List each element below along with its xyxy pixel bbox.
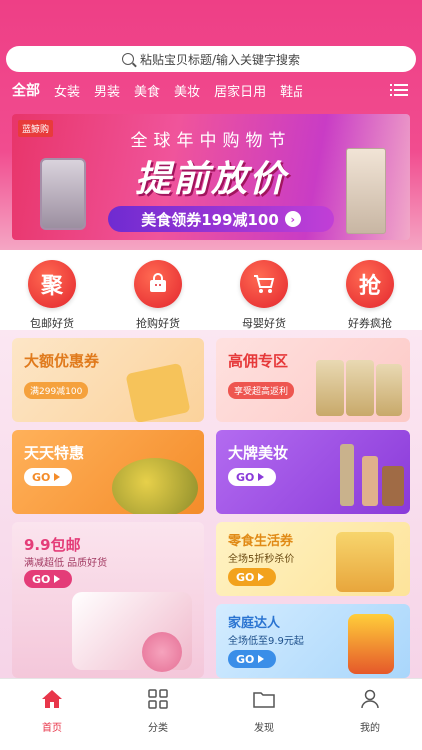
tab-beauty[interactable]: 美妆 [174,81,200,100]
tab-food[interactable]: 美食 [134,81,160,100]
cart-icon [240,260,288,308]
card-brand-beauty[interactable]: 大牌美妆 GO [216,430,410,514]
go-button[interactable]: GO [24,468,72,486]
cereal-image [336,532,394,592]
go-button[interactable]: GO [24,570,72,588]
card-title: 天天特惠 [24,444,85,462]
banner-headline: 全球年中购物节 [130,131,292,151]
menu-icon[interactable] [390,84,408,96]
tab-profile-nav[interactable]: 我的 [340,689,400,734]
tab-home-nav[interactable]: 首页 [22,689,82,734]
search-icon [121,53,134,65]
banner-coupon-button[interactable]: 美食领券199减100 › [108,206,334,232]
category-label: 母婴好货 [242,317,286,330]
durian-image [112,458,198,514]
card-title: 大额优惠券 [24,352,100,370]
folder-icon [253,692,275,708]
card-daily-deals[interactable]: 天天特惠 GO [12,430,204,514]
grid-icon [148,689,168,709]
cosmetic-bottle-image [340,444,354,506]
milk-can-image [316,360,344,416]
card-title: 大牌美妆 [228,444,289,462]
tab-all[interactable]: 全部 [12,80,40,100]
bag-icon [134,260,182,308]
detergent-image [348,614,394,674]
tab-category-nav[interactable]: 分类 [128,689,188,734]
palette-image [382,466,404,506]
tab-shoes[interactable]: 鞋品 [280,81,302,100]
go-button[interactable]: GO [228,468,276,486]
banner-coupon-text: 美食领券199减100 [141,210,279,229]
arrow-right-icon: › [284,211,301,227]
category-coupon-rush[interactable]: 抢 好券疯抢 [330,260,410,331]
tab-label: 分类 [148,723,168,734]
card-tag: 满299减100 [24,382,89,399]
card-title: 9.9包邮 [24,536,81,554]
promo-banner[interactable]: 蓝鲸购 全球年中购物节 提前放价 美食领券199减100 › [12,114,410,240]
card-title: 家庭达人 [228,616,281,631]
card-tag: 享受超高返利 [228,382,295,399]
bottom-tabbar: 首页 分类 发现 我的 [0,678,422,750]
milk-can-image [376,364,402,416]
card-title: 高佣专区 [228,352,289,370]
card-subtitle: 满减超低 品质好货 [24,558,108,569]
category-shortcuts: 聚 包邮好货 抢购好货 母婴好货 抢 好券疯抢 [0,250,422,330]
milk-can-image [346,360,374,416]
category-baby[interactable]: 母婴好货 [224,260,304,331]
tab-men[interactable]: 男装 [94,81,120,100]
category-flash-buy[interactable]: 抢购好货 [118,260,198,331]
card-subtitle: 全场低至9.9元起 [228,636,304,647]
tab-discover-nav[interactable]: 发现 [234,689,294,734]
card-high-commission[interactable]: 高佣专区 享受超高返利 [216,338,410,422]
promo-grid: 大额优惠券 满299减100 高佣专区 享受超高返利 天天特惠 GO 大牌美妆 … [0,330,422,678]
search-bar[interactable]: 粘贴宝贝标题/输入关键字搜索 [6,46,416,72]
home-icon [42,690,62,708]
go-button[interactable]: GO [228,650,276,668]
tab-label: 我的 [360,723,380,734]
tab-women[interactable]: 女装 [54,81,80,100]
card-title: 零食生活券 [228,534,294,549]
coupon-image [125,362,191,422]
card-nine-nine[interactable]: 9.9包邮 满减超低 品质好货 GO [12,522,204,678]
card-home-expert[interactable]: 家庭达人 全场低至9.9元起 GO [216,604,410,678]
cosmetic-bottle-image [362,456,378,506]
category-label: 好券疯抢 [348,317,392,330]
tab-label: 首页 [42,723,62,734]
category-label: 包邮好货 [30,317,74,330]
qiang-icon: 抢 [346,260,394,308]
category-free-shipping[interactable]: 聚 包邮好货 [12,260,92,331]
card-big-coupon[interactable]: 大额优惠券 满299减100 [12,338,204,422]
go-button[interactable]: GO [228,568,276,586]
header: 粘贴宝贝标题/输入关键字搜索 全部 女装 男装 美食 美妆 居家日用 鞋品 蓝鲸… [0,0,422,250]
card-subtitle: 全场5折秒杀价 [228,554,295,565]
tab-home[interactable]: 居家日用 [214,81,266,100]
search-placeholder: 粘贴宝贝标题/输入关键字搜索 [139,52,301,67]
category-tabs: 全部 女装 男装 美食 美妆 居家日用 鞋品 [0,76,422,104]
ju-icon: 聚 [28,260,76,308]
tab-label: 发现 [254,723,274,734]
flower-image [142,632,182,672]
card-snack-coupon[interactable]: 零食生活券 全场5折秒杀价 GO [216,522,410,596]
banner-title: 提前放价 [134,159,287,200]
category-label: 抢购好货 [136,317,180,330]
user-icon [361,689,379,709]
